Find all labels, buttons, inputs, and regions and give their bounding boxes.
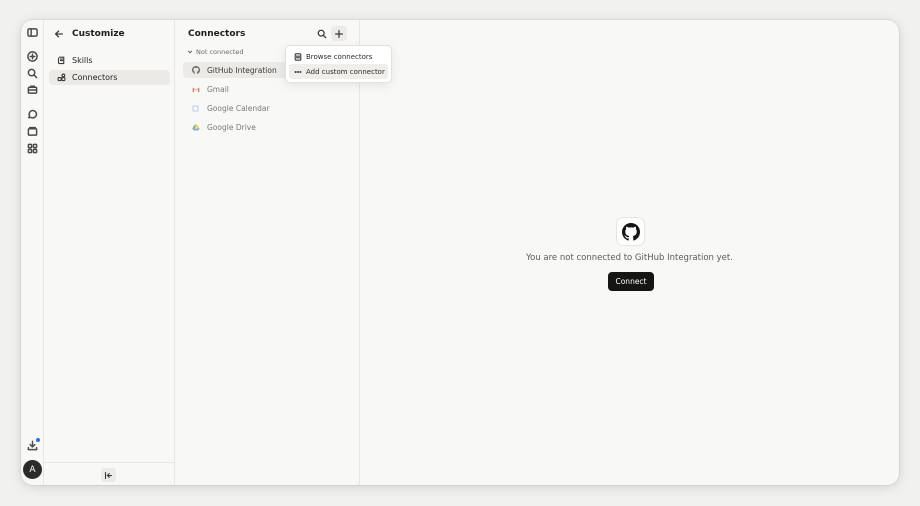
connectors-icon (57, 73, 66, 82)
folder-icon[interactable] (24, 123, 41, 140)
connector-label: Google Drive (207, 122, 256, 132)
github-icon (191, 66, 200, 75)
customize-header: Customize (54, 27, 125, 41)
icon-rail: A (21, 20, 44, 485)
scroll-icon (57, 56, 65, 65)
customize-panel: Customize Skills Connectors (44, 20, 175, 485)
connector-gmail[interactable]: Gmail (183, 81, 353, 97)
customize-footer (44, 462, 174, 485)
connector-detail: You are not connected to GitHub Integrat… (360, 20, 899, 485)
section-label: Not connected (196, 48, 244, 56)
nav-item-label: Connectors (72, 73, 118, 82)
chevron-down-icon (187, 50, 193, 54)
calendar-icon (191, 104, 200, 113)
connector-label: Gmail (207, 84, 229, 94)
search-connectors-button[interactable] (315, 27, 328, 40)
page-title: Customize (72, 29, 125, 39)
connect-button[interactable]: Connect (608, 272, 654, 291)
download-icon[interactable] (24, 437, 41, 454)
not-connected-message: You are not connected to GitHub Integrat… (526, 253, 733, 263)
notification-dot (36, 438, 40, 442)
nav-item-label: Skills (72, 56, 93, 65)
github-icon (617, 218, 644, 245)
sidebar-toggle-icon[interactable] (24, 24, 41, 41)
grid-icon (294, 52, 302, 61)
collapse-panel-button[interactable] (101, 468, 116, 482)
plus-icon (335, 29, 343, 38)
connector-label: GitHub Integration (207, 65, 277, 75)
dots-icon (294, 70, 302, 73)
search-icon (317, 29, 326, 38)
nav-item-skills[interactable]: Skills (49, 53, 170, 68)
section-not-connected[interactable]: Not connected (187, 48, 244, 56)
collapse-left-icon (104, 471, 113, 479)
chat-bubble-icon[interactable] (24, 106, 41, 123)
apps-grid-icon[interactable] (24, 140, 41, 157)
connector-google-calendar[interactable]: Google Calendar (183, 100, 353, 116)
drive-icon (191, 123, 200, 132)
add-connector-button[interactable] (331, 26, 347, 41)
back-arrow-icon[interactable] (54, 29, 64, 39)
connector-label: Google Calendar (207, 103, 270, 113)
connectors-title: Connectors (188, 29, 246, 39)
search-icon[interactable] (24, 65, 41, 82)
briefcase-icon[interactable] (24, 81, 41, 98)
avatar[interactable]: A (23, 460, 42, 479)
connectors-panel: Connectors Not connected GitHub Integrat… (175, 20, 360, 485)
nav-item-connectors[interactable]: Connectors (49, 70, 170, 85)
gmail-icon (191, 85, 200, 94)
new-chat-icon[interactable] (24, 48, 41, 65)
connector-google-drive[interactable]: Google Drive (183, 119, 353, 135)
app-window: A Customize Skills Connectors Connectors (21, 20, 899, 485)
